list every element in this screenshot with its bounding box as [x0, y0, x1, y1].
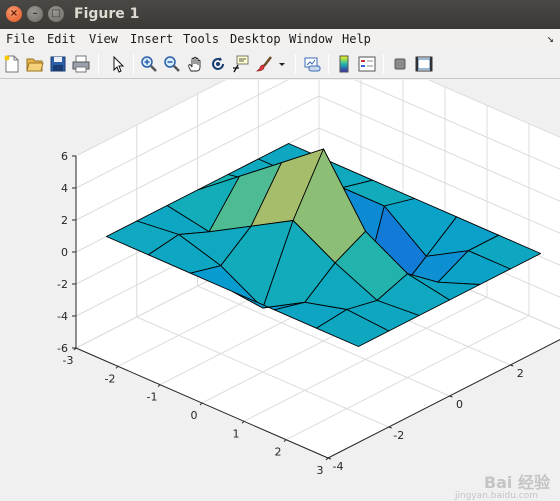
menu-file[interactable]: File — [6, 32, 35, 46]
y-tick-label: 0 — [456, 398, 463, 411]
figure-toolbar — [0, 49, 560, 79]
y-tick-label: -4 — [333, 460, 344, 473]
figure-canvas[interactable]: -3-2-10123-4-2024-6-4-20246 Bai 经验 jingy… — [0, 80, 560, 501]
x-tick-mark — [157, 384, 161, 388]
undock-arrow-icon[interactable]: ↘ — [547, 31, 554, 45]
x-tick-label: -1 — [147, 391, 158, 404]
x-tick-label: 2 — [275, 446, 282, 459]
x-tick-label: 1 — [233, 427, 240, 440]
brush-dropdown-icon[interactable] — [276, 54, 288, 74]
toolbar-separator — [295, 54, 296, 74]
watermark-url: jingyan.baidu.com — [454, 491, 538, 501]
x-tick-label: 3 — [317, 464, 324, 477]
x-tick-mark — [115, 365, 119, 369]
title-bar[interactable]: × – □ Figure 1 — [0, 0, 560, 29]
hide-plot-tools-icon[interactable] — [390, 54, 410, 74]
new-figure-icon[interactable] — [2, 54, 22, 74]
menu-insert[interactable]: Insert — [130, 32, 173, 46]
y-tick-mark — [449, 395, 453, 398]
y-tick-mark — [510, 364, 514, 367]
z-tick-label: -2 — [57, 278, 68, 291]
z-tick-label: -6 — [57, 342, 68, 355]
close-window-button[interactable]: × — [6, 6, 22, 22]
zoom-in-icon[interactable] — [139, 54, 159, 74]
maximize-window-button[interactable]: □ — [48, 6, 64, 22]
menu-edit[interactable]: Edit — [47, 32, 76, 46]
x-tick-label: -2 — [105, 372, 116, 385]
x-tick-mark — [199, 402, 203, 406]
toolbar-separator — [383, 54, 384, 74]
save-icon[interactable] — [48, 54, 68, 74]
x-tick-label: 0 — [191, 409, 198, 422]
insert-legend-icon[interactable] — [357, 54, 377, 74]
y-tick-mark — [388, 426, 392, 429]
x-tick-mark — [283, 439, 287, 443]
brush-icon[interactable] — [254, 54, 274, 74]
figure-window: × – □ Figure 1 File Edit View Insert Too… — [0, 0, 560, 501]
toolbar-separator — [328, 54, 329, 74]
toolbar-separator — [98, 54, 99, 74]
pan-icon[interactable] — [185, 54, 205, 74]
y-tick-label: -2 — [393, 429, 404, 442]
zoom-out-icon[interactable] — [162, 54, 182, 74]
window-title: Figure 1 — [74, 6, 140, 22]
z-tick-label: 6 — [61, 150, 68, 163]
menu-window[interactable]: Window — [289, 32, 332, 46]
x-tick-mark — [241, 420, 245, 424]
surface-plot[interactable]: -3-2-10123-4-2024-6-4-20246 — [0, 80, 560, 501]
menu-bar: File Edit View Insert Tools Desktop Wind… — [0, 29, 560, 49]
minimize-window-button[interactable]: – — [27, 6, 43, 22]
z-tick-label: -4 — [57, 310, 68, 323]
link-plot-icon[interactable] — [302, 54, 322, 74]
z-tick-label: 4 — [61, 182, 68, 195]
z-tick-label: 2 — [61, 214, 68, 227]
menu-tools[interactable]: Tools — [183, 32, 219, 46]
rotate-3d-icon[interactable] — [208, 54, 228, 74]
insert-colorbar-icon[interactable] — [334, 54, 354, 74]
y-tick-label: 2 — [517, 367, 524, 380]
data-cursor-icon[interactable] — [231, 54, 251, 74]
menu-help[interactable]: Help — [342, 32, 371, 46]
toolbar-separator — [133, 54, 134, 74]
edit-plot-icon[interactable] — [108, 54, 128, 74]
menu-view[interactable]: View — [89, 32, 118, 46]
z-tick-label: 0 — [61, 246, 68, 259]
watermark-logo: Bai 经验 — [483, 473, 550, 492]
open-file-icon[interactable] — [25, 54, 45, 74]
x-tick-label: -3 — [63, 354, 74, 367]
x-tick-mark — [325, 457, 329, 461]
menu-desktop[interactable]: Desktop — [230, 32, 281, 46]
y-tick-mark — [327, 457, 332, 460]
show-plot-tools-icon[interactable] — [414, 54, 434, 74]
print-icon[interactable] — [71, 54, 91, 74]
